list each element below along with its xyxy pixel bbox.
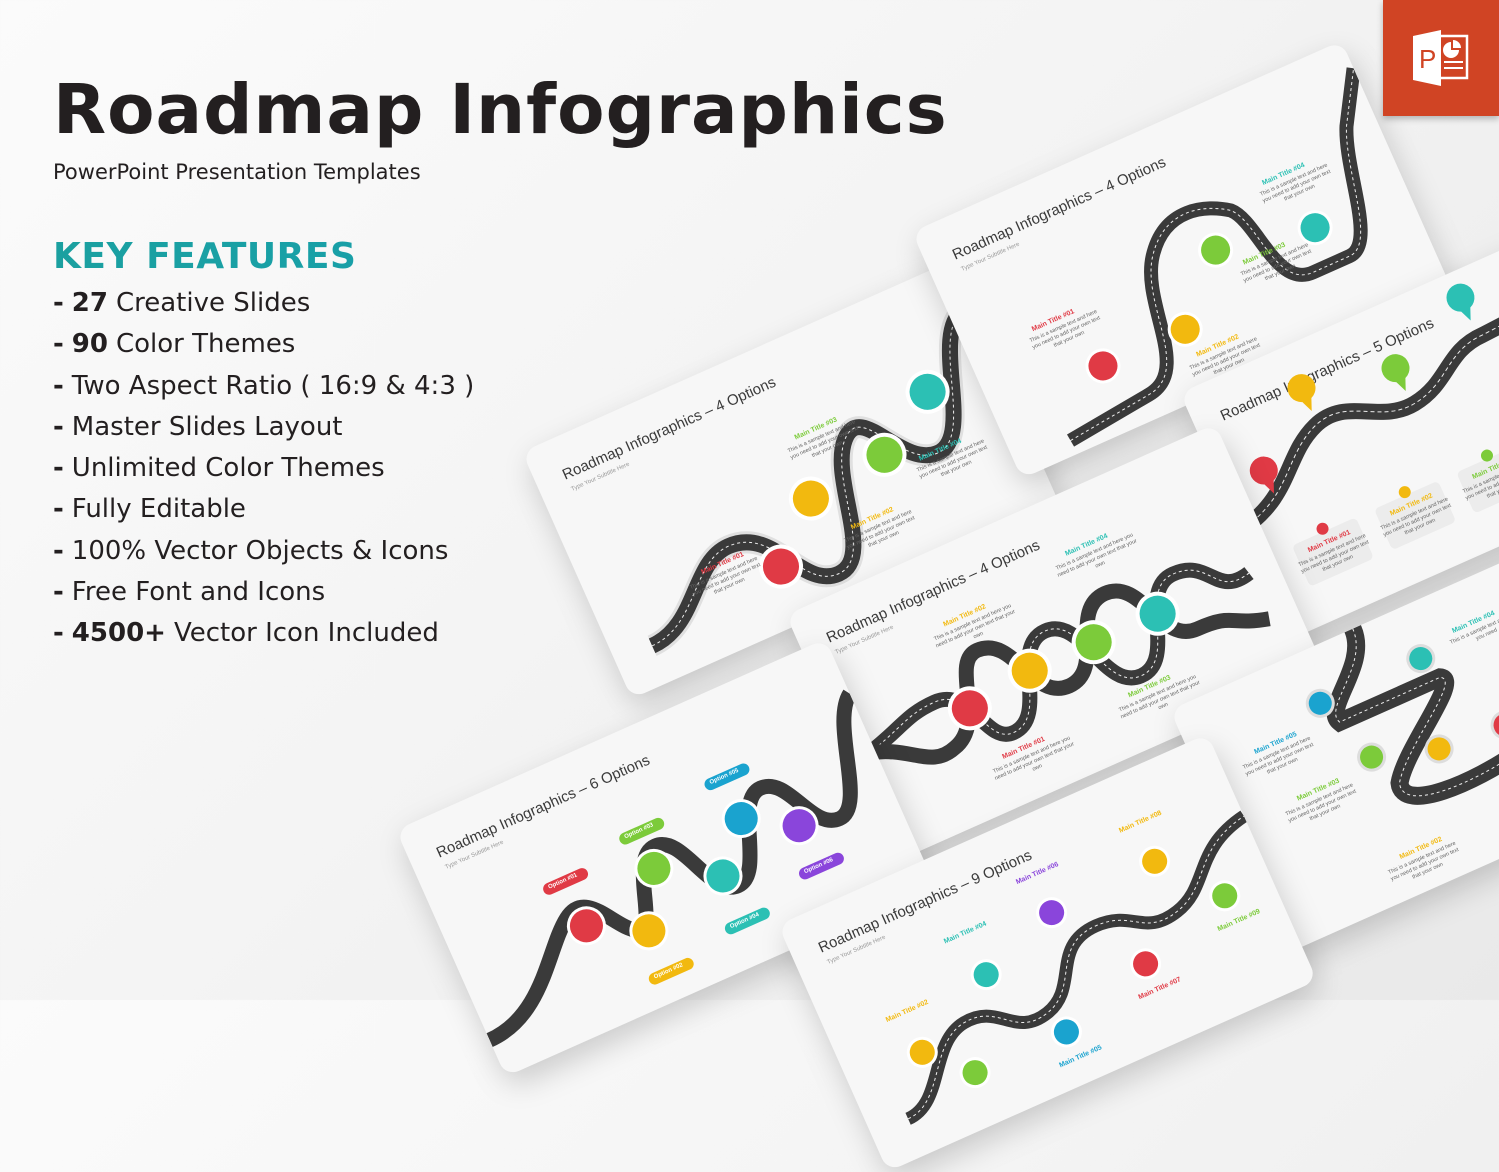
feature-item: - Two Aspect Ratio ( 16:9 & 4:3 ) [53,370,475,401]
feature-item: - Free Font and Icons [53,577,326,608]
feature-item: -4500+ Vector Icon Included [53,618,439,649]
feature-item: -100% Vector Objects & Icons [53,535,449,566]
key-features-heading: KEY FEATURES [53,236,948,277]
powerpoint-icon: P [1413,30,1469,86]
feature-item: -90 Color Themes [53,329,296,360]
page-subtitle: PowerPoint Presentation Templates [53,160,421,184]
feature-list: -27 Creative Slides -90 Color Themes - Two … [53,283,948,655]
feature-item: -27 Creative Slides [53,288,311,318]
feature-item: - Unlimited Color Themes [53,453,385,484]
page-title: Roadmap Infographics [53,70,948,150]
powerpoint-badge: P [1383,0,1499,116]
feature-item: - Fully Editable [53,494,246,525]
svg-text:P: P [1419,44,1436,74]
hero-text: Roadmap Infographics PowerPoint Presenta… [53,70,948,655]
feature-item: - Master Slides Layout [53,411,343,442]
